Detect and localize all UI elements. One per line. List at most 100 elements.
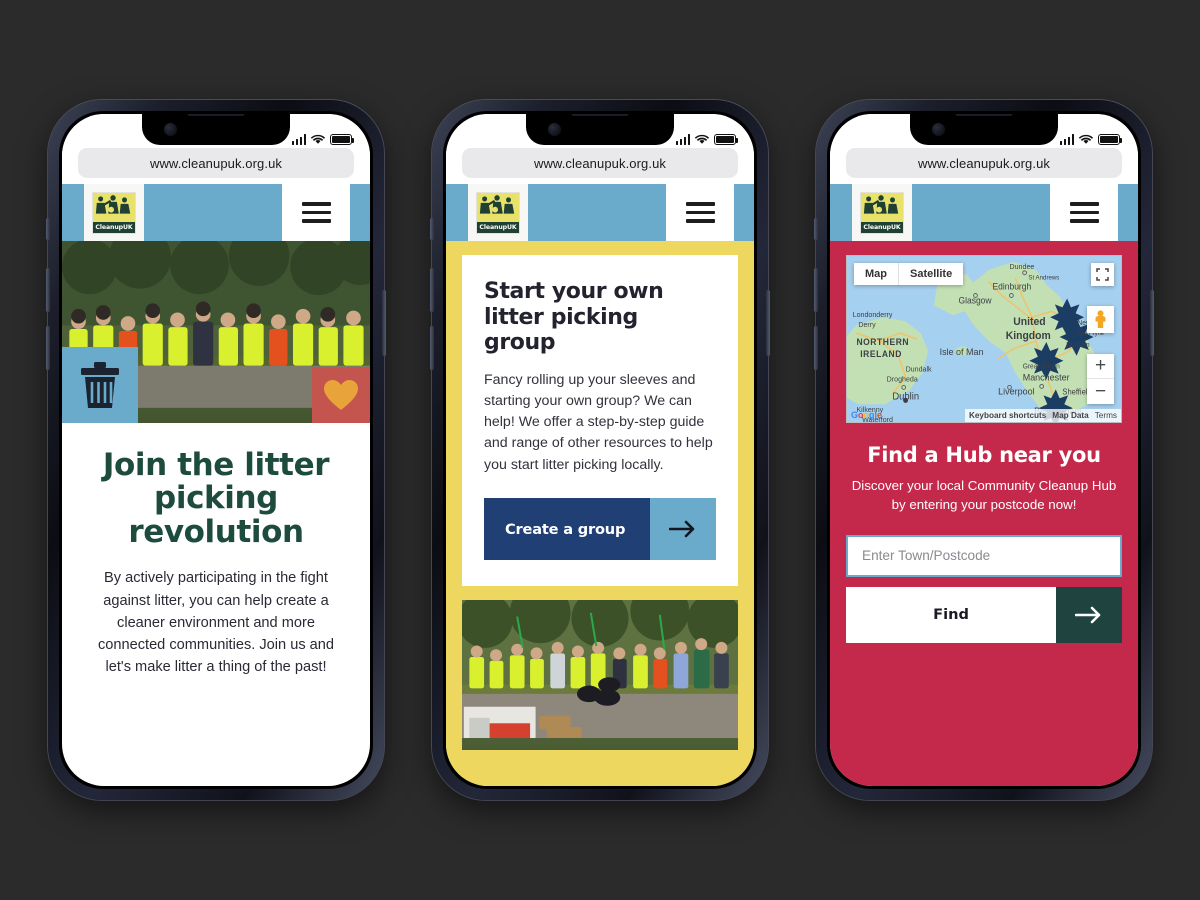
screenshot-stage: www.cleanupuk.org.uk CleanupUK Join the … (0, 0, 1200, 900)
browser-url-bar[interactable]: www.cleanupuk.org.uk (830, 148, 1138, 184)
card-paragraph: Fancy rolling up your sleeves and starti… (484, 371, 713, 473)
site-header-1: CleanupUK (62, 184, 370, 241)
svg-text:Kingdom: Kingdom (1006, 330, 1051, 342)
header-tail (350, 184, 370, 241)
battery-icon (1098, 134, 1123, 145)
find-hub-section: Dundee St Andrews Edinburgh Glasgow Unit… (830, 241, 1138, 786)
volume-down-button[interactable] (814, 326, 818, 370)
battery-icon (714, 134, 739, 145)
phone-notch (910, 114, 1058, 145)
url-text[interactable]: www.cleanupuk.org.uk (78, 148, 354, 178)
hamburger-menu-icon[interactable] (666, 184, 734, 241)
header-tail (1118, 184, 1138, 241)
battery-icon (330, 134, 355, 145)
power-button[interactable] (1150, 290, 1154, 356)
find-button[interactable]: Find (846, 586, 1122, 643)
find-hub-subtitle: Discover your local Community Cleanup Hu… (851, 478, 1117, 512)
map-type-satellite[interactable]: Satellite (899, 263, 963, 285)
signal-bars-icon (1059, 134, 1074, 145)
phone-screen-2: www.cleanupuk.org.uk CleanupUK Start you… (446, 114, 754, 786)
phone-mockup-3: www.cleanupuk.org.uk CleanupUK Dundee St… (814, 100, 1154, 800)
google-map[interactable]: Dundee St Andrews Edinburgh Glasgow Unit… (846, 255, 1122, 423)
url-text[interactable]: www.cleanupuk.org.uk (846, 148, 1122, 178)
start-group-section: Start your own litter picking group Fanc… (446, 241, 754, 786)
header-spacer (528, 184, 666, 241)
silence-switch[interactable] (46, 218, 50, 240)
front-camera-icon (932, 123, 945, 136)
site-header-2: CleanupUK (446, 184, 754, 241)
logo-wordmark: CleanupUK (861, 222, 903, 233)
zoom-in-button[interactable]: + (1087, 354, 1114, 379)
volume-up-button[interactable] (430, 268, 434, 312)
phone-notch (526, 114, 674, 145)
phone-bezel: www.cleanupuk.org.uk (827, 111, 1141, 789)
svg-text:Great Britain: Great Britain (1023, 364, 1060, 371)
svg-text:Dundalk: Dundalk (906, 364, 932, 373)
hero-paragraph: By actively participating in the fight a… (97, 570, 335, 676)
page-title: Join the litter picking revolution (102, 447, 330, 550)
svg-text:Glasgow: Glasgow (958, 295, 992, 305)
silence-switch[interactable] (430, 218, 434, 240)
volume-down-button[interactable] (46, 326, 50, 370)
browser-url-bar[interactable]: www.cleanupuk.org.uk (62, 148, 370, 184)
wifi-icon (695, 134, 709, 145)
map-type-switcher[interactable]: Map Satellite (854, 263, 964, 285)
phone-bezel: www.cleanupuk.org.uk (59, 111, 373, 789)
phone-mockup-2: www.cleanupuk.org.uk CleanupUK Start you… (430, 100, 770, 800)
cleanupuk-logo[interactable]: CleanupUK (852, 184, 912, 241)
postcode-input[interactable]: Enter Town/Postcode (846, 534, 1122, 577)
phone-screen-1: www.cleanupuk.org.uk CleanupUK Join the … (62, 114, 370, 786)
svg-text:Derry: Derry (858, 320, 876, 329)
terms-link[interactable]: Terms (1095, 411, 1117, 420)
front-camera-icon (164, 123, 177, 136)
map-data-link[interactable]: Map Data (1052, 411, 1088, 420)
header-spacer (912, 184, 1050, 241)
url-text[interactable]: www.cleanupuk.org.uk (462, 148, 738, 178)
volume-up-button[interactable] (46, 268, 50, 312)
map-zoom-controls[interactable]: + − (1087, 354, 1114, 404)
logo-wordmark: CleanupUK (93, 222, 135, 233)
header-spacer (144, 184, 282, 241)
browser-url-bar[interactable]: www.cleanupuk.org.uk (446, 148, 754, 184)
earpiece-speaker (571, 114, 629, 116)
community-litter-pick-photo (462, 600, 738, 751)
silence-switch[interactable] (814, 218, 818, 240)
create-group-label: Create a group (484, 498, 650, 561)
zoom-out-button[interactable]: − (1087, 379, 1114, 404)
fullscreen-icon[interactable] (1091, 263, 1114, 286)
wifi-icon (1079, 134, 1093, 145)
hamburger-menu-icon[interactable] (282, 184, 350, 241)
header-tail (734, 184, 754, 241)
phone-notch (142, 114, 290, 145)
svg-text:United: United (1013, 316, 1045, 328)
earpiece-speaker (187, 114, 245, 116)
hamburger-menu-icon[interactable] (1050, 184, 1118, 241)
start-group-card: Start your own litter picking group Fanc… (462, 255, 738, 587)
logo-artwork-icon (93, 192, 135, 222)
street-view-pegman-icon[interactable] (1087, 306, 1114, 333)
hero-image-litter-pickers (62, 241, 370, 423)
svg-text:Isle of Man: Isle of Man (940, 347, 984, 357)
create-group-button[interactable]: Create a group (484, 498, 716, 561)
map-type-map[interactable]: Map (854, 263, 899, 285)
keyboard-shortcuts-link[interactable]: Keyboard shortcuts (969, 411, 1046, 420)
cleanupuk-logo[interactable]: CleanupUK (84, 184, 144, 241)
wifi-icon (311, 134, 325, 145)
svg-text:Manchester: Manchester (1023, 372, 1070, 382)
svg-text:IRELAND: IRELAND (860, 349, 902, 359)
arrow-right-icon (650, 498, 716, 561)
phone-bezel: www.cleanupuk.org.uk (443, 111, 757, 789)
svg-text:Dundee: Dundee (1010, 262, 1035, 271)
power-button[interactable] (766, 290, 770, 356)
volume-down-button[interactable] (430, 326, 434, 370)
volume-up-button[interactable] (814, 268, 818, 312)
svg-text:Durham: Durham (1066, 342, 1090, 349)
find-label: Find (846, 586, 1056, 643)
google-logo: Google (851, 410, 883, 420)
power-button[interactable] (382, 290, 386, 356)
map-attribution[interactable]: Keyboard shortcuts Map Data Terms (964, 409, 1121, 422)
site-header-3: CleanupUK (830, 184, 1138, 241)
cleanupuk-logo[interactable]: CleanupUK (468, 184, 528, 241)
hero-content: Join the litter picking revolution By ac… (62, 423, 370, 678)
earpiece-speaker (955, 114, 1013, 116)
